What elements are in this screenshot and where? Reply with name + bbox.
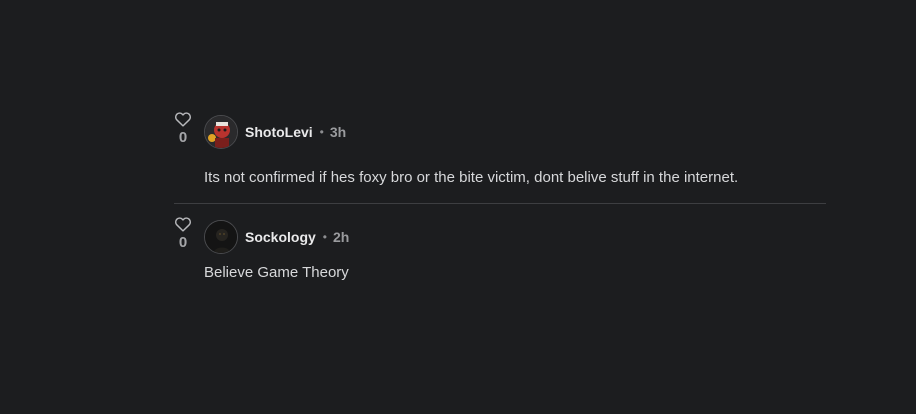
avatar-dark-figure-icon — [205, 221, 237, 253]
avatar[interactable] — [204, 115, 238, 149]
comment-header: Sockology • 2h — [204, 219, 349, 255]
username[interactable]: Sockology — [245, 229, 316, 245]
comment-text: Believe Game Theory — [204, 264, 349, 281]
comment-item: 0 ShotoLevi • 3h Its not confirmed if he… — [174, 108, 826, 203]
comment-header: ShotoLevi • 3h — [204, 114, 346, 150]
avatar[interactable] — [204, 220, 238, 254]
heart-icon[interactable] — [174, 111, 192, 127]
meta-separator: • — [322, 230, 327, 244]
comment-item: 0 Sockology • 2h Believe Game Theory — [174, 204, 826, 294]
comment-text: Its not confirmed if hes foxy bro or the… — [204, 169, 739, 186]
comment-thread: 0 ShotoLevi • 3h Its not confirmed if he… — [174, 108, 826, 294]
like-control: 0 — [174, 111, 192, 147]
like-count: 0 — [178, 129, 188, 146]
like-count: 0 — [178, 234, 188, 251]
timestamp: 3h — [329, 124, 347, 140]
like-control: 0 — [174, 216, 192, 252]
username[interactable]: ShotoLevi — [245, 124, 313, 140]
avatar-red-character-icon — [205, 116, 237, 148]
meta-separator: • — [319, 125, 324, 139]
timestamp: 2h — [333, 229, 350, 245]
heart-icon[interactable] — [174, 216, 192, 232]
